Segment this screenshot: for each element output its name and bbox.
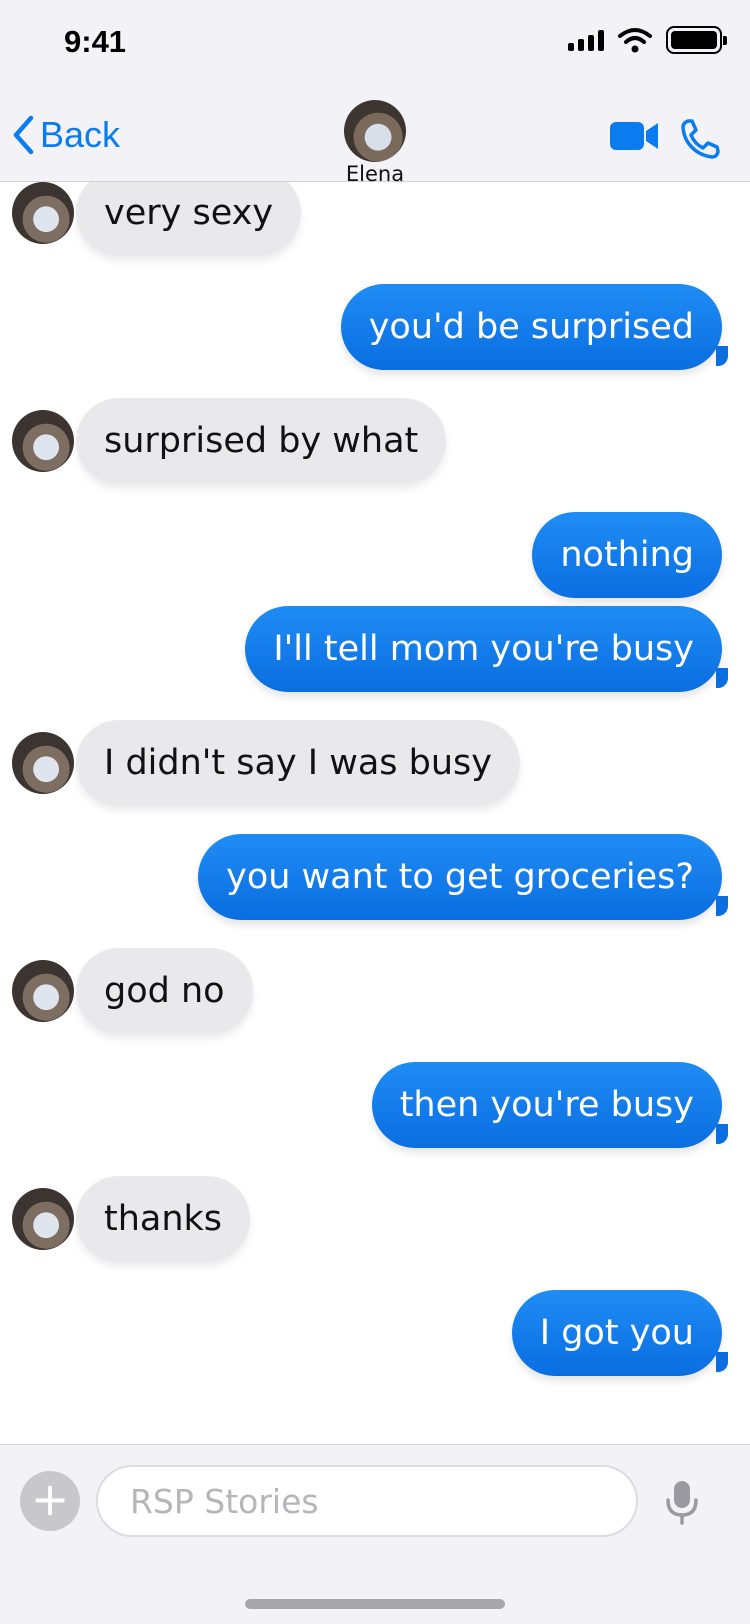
contact-info[interactable]: Elena <box>335 100 415 186</box>
header: 9:41 Back Elena <box>0 0 750 186</box>
message-bubble[interactable]: nothing <box>532 512 722 598</box>
voice-message-button[interactable] <box>664 1479 700 1529</box>
status-icons <box>568 26 727 54</box>
plus-icon: + <box>30 1472 70 1526</box>
home-indicator[interactable] <box>245 1599 505 1609</box>
chat-screen: 9:41 Back Elena very sexy you'd be surpr… <box>0 0 750 1624</box>
avatar <box>12 1188 74 1250</box>
message-row-incoming: surprised by what <box>0 398 750 484</box>
phone-icon <box>681 119 720 159</box>
cellular-signal-icon <box>568 29 604 51</box>
back-button[interactable]: Back <box>12 114 120 156</box>
message-bubble[interactable]: then you're busy <box>371 1062 729 1148</box>
add-attachment-button[interactable]: + <box>20 1471 80 1531</box>
video-camera-icon <box>610 122 658 150</box>
avatar <box>12 960 74 1022</box>
message-bubble[interactable]: you'd be surprised <box>340 284 729 370</box>
message-row-outgoing: you want to get groceries? <box>0 834 750 920</box>
message-bubble[interactable]: you want to get groceries? <box>198 834 728 920</box>
message-bubble[interactable]: I didn't say I was busy <box>76 720 521 806</box>
avatar <box>12 732 74 794</box>
message-input[interactable] <box>96 1465 638 1537</box>
contact-name: Elena <box>345 162 405 186</box>
message-bubble[interactable]: I got you <box>511 1290 729 1376</box>
message-bubble[interactable]: I'll tell mom you're busy <box>245 606 728 692</box>
wifi-icon <box>618 28 652 53</box>
message-thread[interactable]: very sexy you'd be surprised surprised b… <box>0 170 750 1445</box>
message-bubble[interactable]: surprised by what <box>76 398 447 484</box>
message-bubble[interactable]: thanks <box>76 1176 251 1262</box>
message-row-outgoing: you'd be surprised <box>0 284 750 370</box>
message-row-outgoing: nothing <box>0 512 750 598</box>
status-time: 9:41 <box>64 24 127 59</box>
message-row-incoming: god no <box>0 948 750 1034</box>
composer-bar: + <box>0 1444 750 1624</box>
message-row-incoming: I didn't say I was busy <box>0 720 750 806</box>
back-label: Back <box>40 114 121 155</box>
video-call-button[interactable] <box>610 120 660 156</box>
message-row-outgoing: I'll tell mom you're busy <box>0 606 750 692</box>
message-bubble[interactable]: very sexy <box>76 170 302 256</box>
microphone-icon <box>666 1481 698 1525</box>
message-row-incoming: thanks <box>0 1176 750 1262</box>
message-row-outgoing: I got you <box>0 1290 750 1376</box>
avatar <box>344 100 406 162</box>
message-bubble[interactable]: god no <box>76 948 253 1034</box>
avatar <box>12 410 74 472</box>
battery-icon <box>666 26 727 54</box>
message-row-outgoing: then you're busy <box>0 1062 750 1148</box>
avatar <box>12 182 74 244</box>
voice-call-button[interactable] <box>680 118 720 164</box>
chevron-left-icon <box>13 115 34 155</box>
